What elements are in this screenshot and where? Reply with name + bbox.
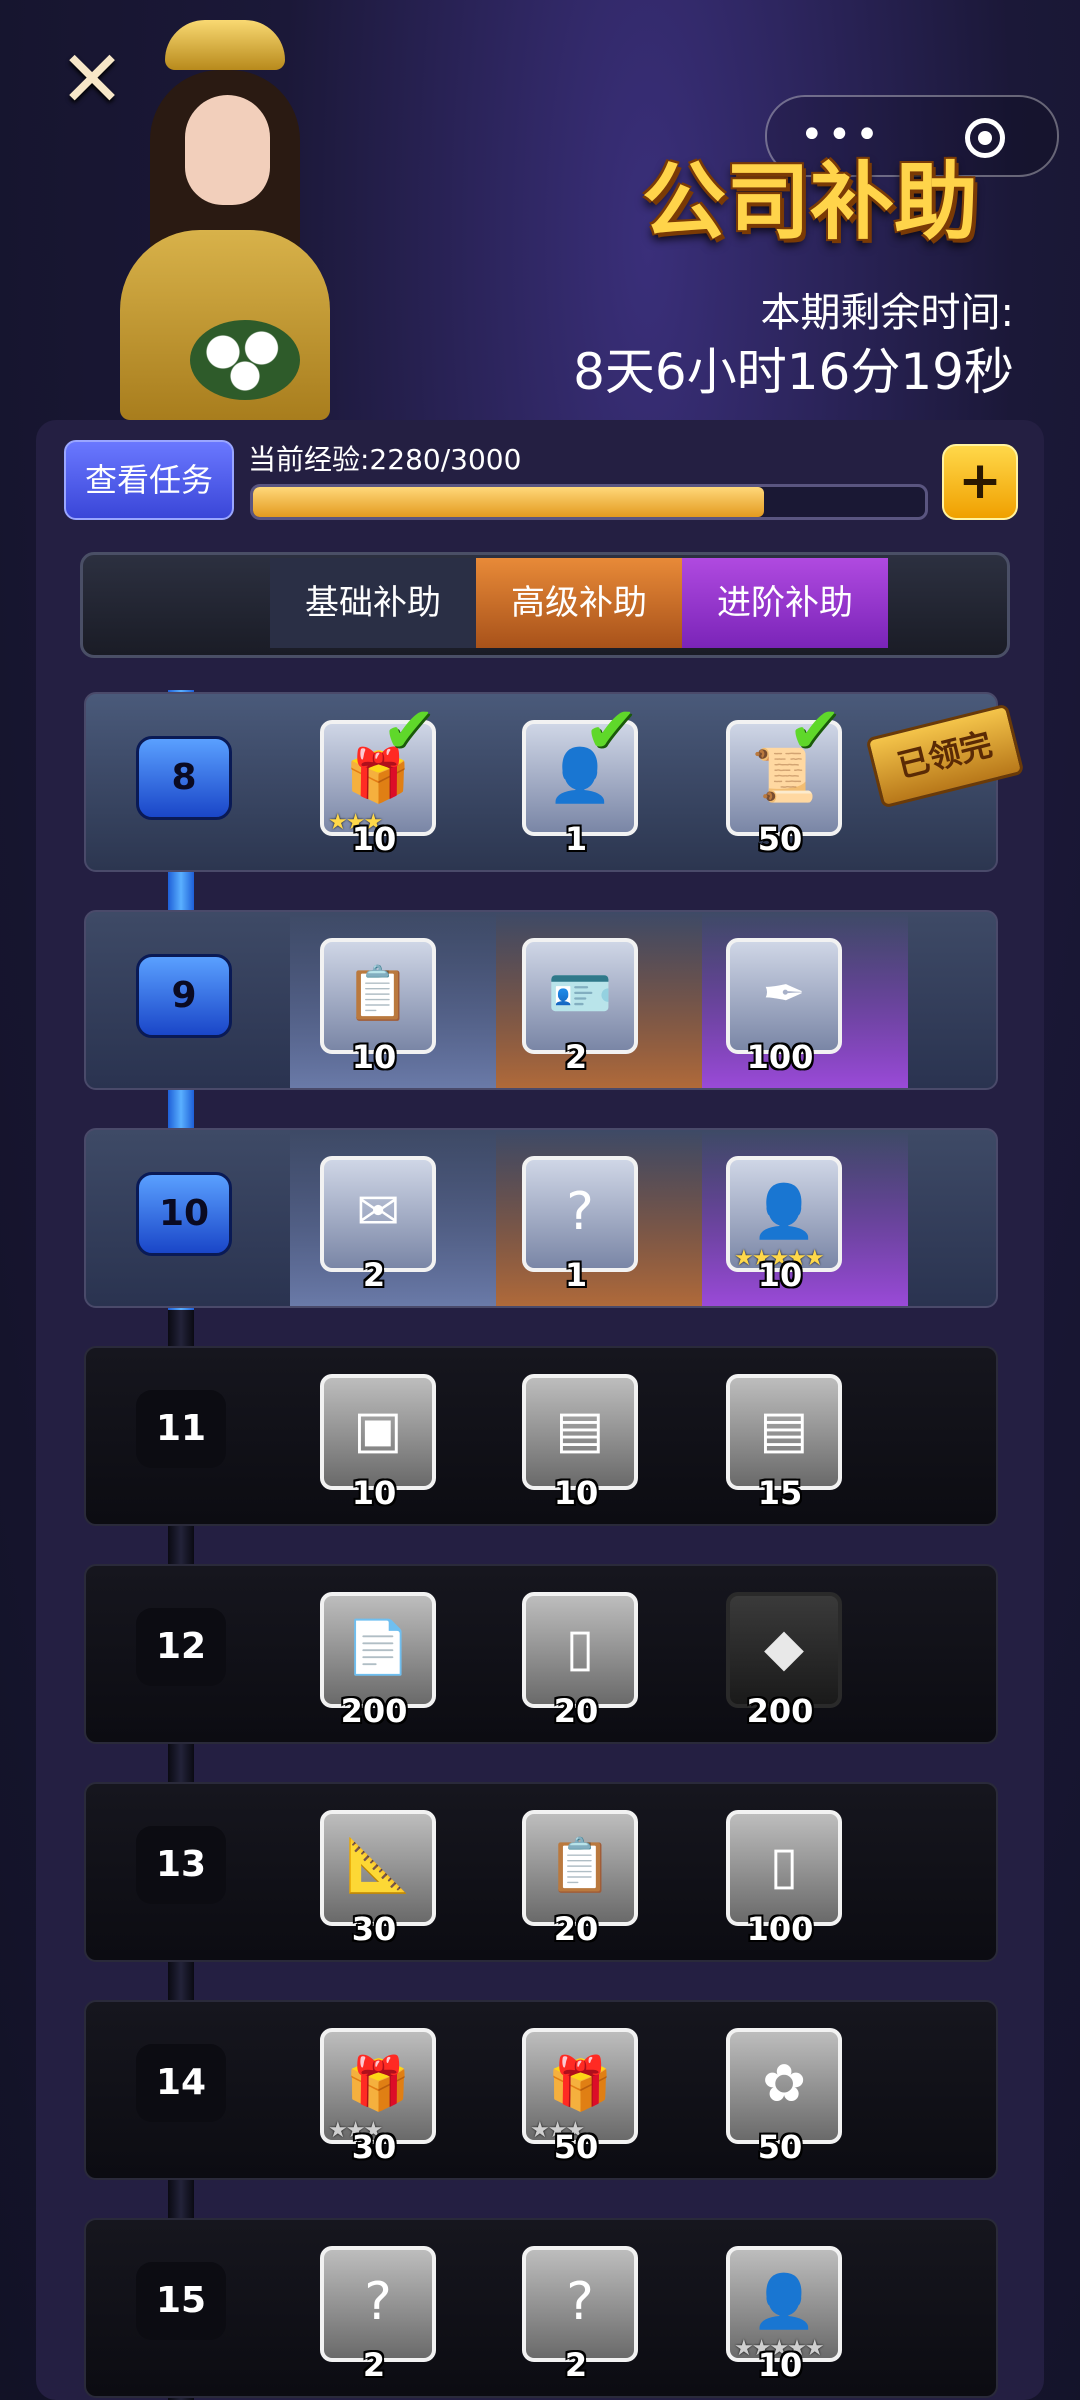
experience-label: 当前经验:2280/3000 bbox=[248, 443, 522, 476]
experience-progress-bar bbox=[250, 484, 928, 520]
reward-item[interactable]: 📐 bbox=[320, 1810, 436, 1926]
level-badge: 15 bbox=[136, 2262, 226, 2340]
level-badge: 9 bbox=[136, 954, 232, 1038]
reward-quantity: 200 bbox=[340, 1692, 408, 1730]
level-badge: 8 bbox=[136, 736, 232, 820]
reward-quantity: 2 bbox=[362, 2346, 386, 2384]
reward-quantity: 1 bbox=[564, 1256, 588, 1294]
blueprint-icon: 📐 bbox=[345, 1836, 411, 1896]
tab-pro-subsidy[interactable]: 进阶补助 bbox=[682, 558, 888, 648]
reward-item[interactable]: 📋 bbox=[522, 1810, 638, 1926]
event-title: 公司补助 bbox=[641, 153, 978, 251]
reward-quantity: 100 bbox=[746, 1038, 814, 1076]
level-badge: 10 bbox=[136, 1172, 232, 1256]
seal-box-icon: ▣ bbox=[353, 1400, 403, 1460]
reward-quantity: 10 bbox=[757, 2346, 803, 2384]
reward-item[interactable]: 📋 bbox=[320, 938, 436, 1054]
time-remaining-label: 本期剩余时间: bbox=[760, 290, 1014, 336]
reward-item[interactable]: ✉ bbox=[320, 1156, 436, 1272]
reward-item[interactable]: ✒ bbox=[726, 938, 842, 1054]
paper-stack-icon: ▤ bbox=[555, 1400, 605, 1460]
orange-envelope-icon: ✉ bbox=[356, 1182, 400, 1242]
reward-item[interactable]: ? bbox=[522, 2246, 638, 2362]
reward-quantity: 10 bbox=[351, 1038, 397, 1076]
reward-item[interactable]: ◆ bbox=[726, 1592, 842, 1708]
reward-quantity: 50 bbox=[757, 2128, 803, 2166]
reward-item[interactable]: ? bbox=[320, 2246, 436, 2362]
reward-item[interactable]: ▤ bbox=[726, 1374, 842, 1490]
add-experience-button[interactable]: + bbox=[942, 444, 1018, 520]
level-badge: 11 bbox=[136, 1390, 226, 1468]
checkmark-icon: ✔ bbox=[584, 694, 638, 768]
reward-quantity: 30 bbox=[351, 2128, 397, 2166]
time-remaining-value: 8天6小时16分19秒 bbox=[573, 343, 1014, 401]
document-icon: 📄 bbox=[345, 1618, 411, 1678]
view-tasks-button[interactable]: 查看任务 bbox=[64, 440, 234, 520]
level-badge: 14 bbox=[136, 2044, 226, 2122]
reward-quantity: 20 bbox=[553, 1692, 599, 1730]
reward-item[interactable]: 🪪 bbox=[522, 938, 638, 1054]
reward-item[interactable]: ? bbox=[522, 1156, 638, 1272]
reward-item[interactable]: ▣ bbox=[320, 1374, 436, 1490]
id-card-icon: 🪪 bbox=[547, 964, 613, 1024]
reward-quantity: 1 bbox=[564, 820, 588, 858]
reward-item[interactable]: ▤ bbox=[522, 1374, 638, 1490]
ink-quill-icon: ✒ bbox=[762, 964, 806, 1024]
reward-quantity: 200 bbox=[746, 1692, 814, 1730]
reward-quantity: 2 bbox=[362, 1256, 386, 1294]
reward-quantity: 100 bbox=[746, 1910, 814, 1948]
mystery-card-icon: ? bbox=[566, 2272, 594, 2332]
reward-quantity: 10 bbox=[553, 1474, 599, 1512]
contract-folder-icon: 📋 bbox=[345, 964, 411, 1024]
reward-item[interactable]: ✿ bbox=[726, 2028, 842, 2144]
reward-quantity: 10 bbox=[757, 1256, 803, 1294]
tab-basic-subsidy[interactable]: 基础补助 bbox=[270, 558, 476, 648]
mystery-card-icon: ? bbox=[566, 1182, 594, 1242]
reward-quantity: 15 bbox=[757, 1474, 803, 1512]
experience-progress-fill bbox=[253, 487, 764, 517]
level-badge: 13 bbox=[136, 1826, 226, 1904]
checkmark-icon: ✔ bbox=[788, 694, 842, 768]
paper-stack-icon: ▤ bbox=[759, 1400, 809, 1460]
tab-advanced-subsidy[interactable]: 高级补助 bbox=[476, 558, 682, 648]
reward-item[interactable]: 📄 bbox=[320, 1592, 436, 1708]
reward-item[interactable]: ▯ bbox=[726, 1810, 842, 1926]
reward-quantity: 2 bbox=[564, 1038, 588, 1076]
reward-quantity: 20 bbox=[553, 1910, 599, 1948]
reward-quantity: 10 bbox=[351, 820, 397, 858]
checkmark-icon: ✔ bbox=[382, 694, 436, 768]
reward-quantity: 50 bbox=[553, 2128, 599, 2166]
reward-quantity: 50 bbox=[757, 820, 803, 858]
reward-item[interactable]: ▯ bbox=[522, 1592, 638, 1708]
reward-quantity: 10 bbox=[351, 1474, 397, 1512]
reward-quantity: 2 bbox=[564, 2346, 588, 2384]
photo-card-icon: ▯ bbox=[769, 1836, 799, 1896]
reward-quantity: 30 bbox=[351, 1910, 397, 1948]
photo-card-icon: ▯ bbox=[565, 1618, 595, 1678]
contract-folder-icon: 📋 bbox=[547, 1836, 613, 1896]
close-icon[interactable]: ✕ bbox=[52, 40, 132, 120]
mystery-card-icon: ? bbox=[364, 2272, 392, 2332]
level-badge: 12 bbox=[136, 1608, 226, 1686]
diamond-icon: ◆ bbox=[764, 1618, 804, 1678]
puzzle-icon: ✿ bbox=[762, 2054, 806, 2114]
